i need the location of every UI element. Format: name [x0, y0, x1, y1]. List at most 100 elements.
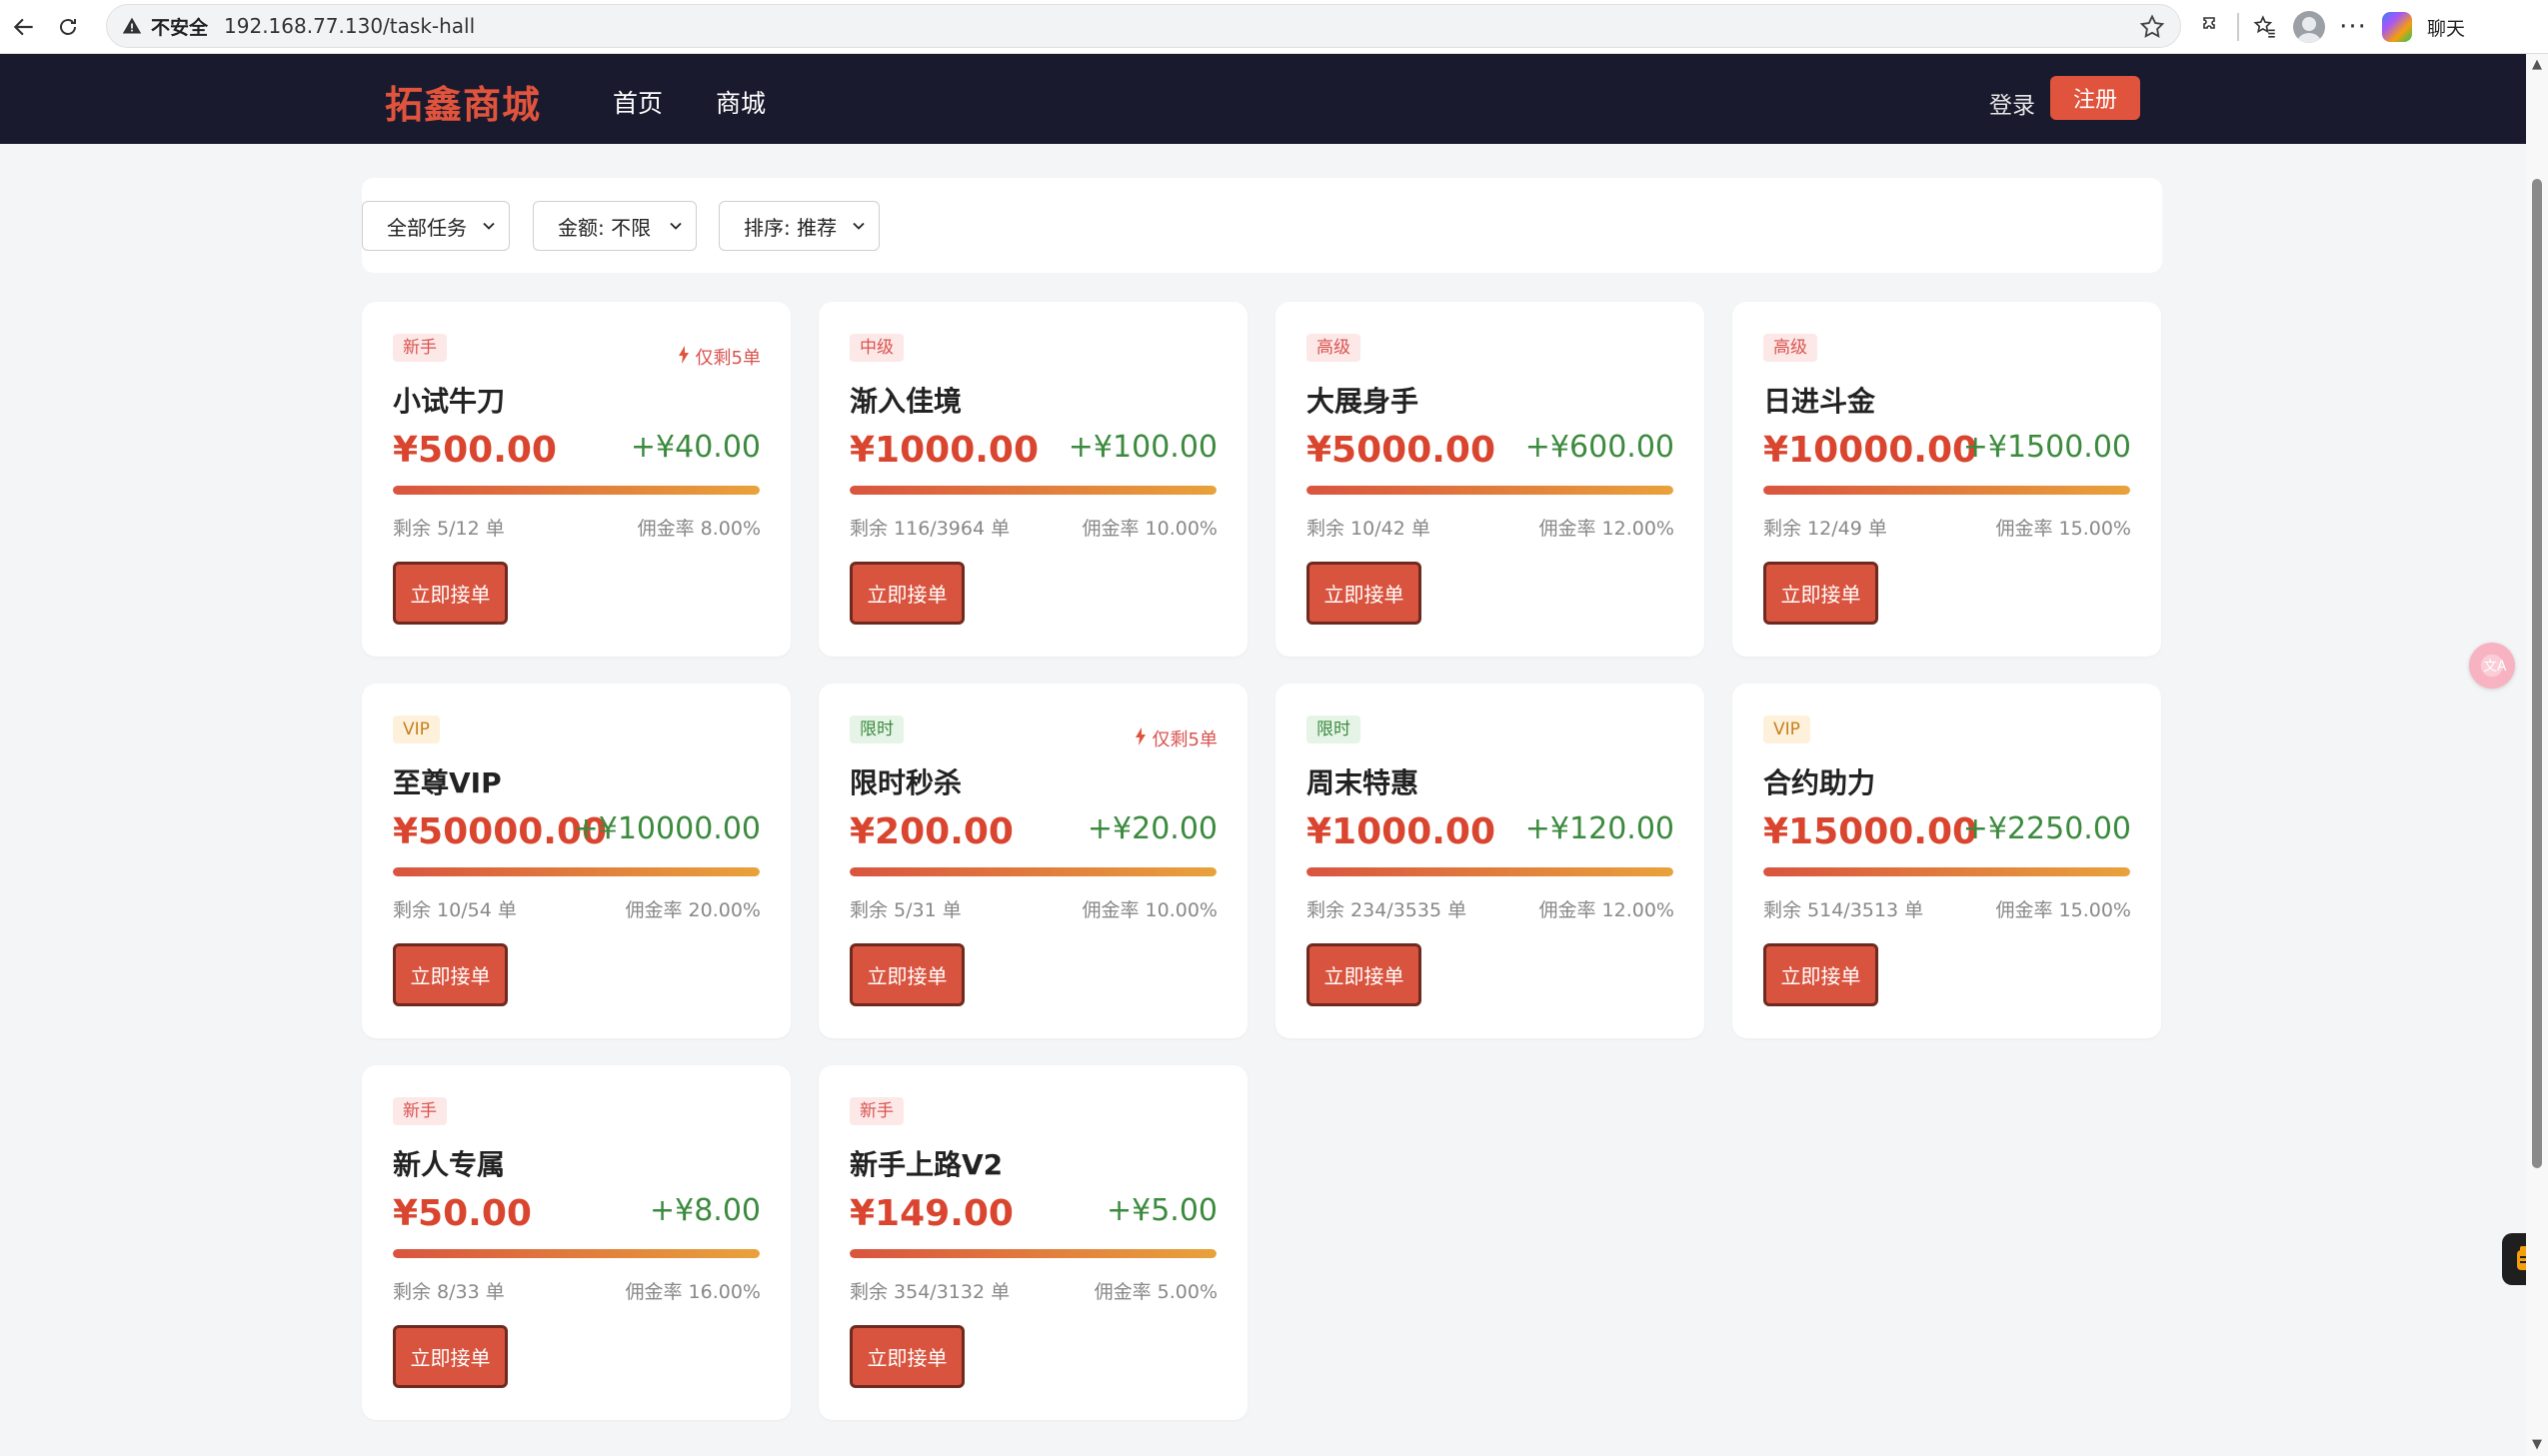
task-card: 新手 仅剩5单 小试牛刀 ¥500.00 +¥40.00 剩余 5/12 单 佣金率 8.0…	[362, 302, 791, 657]
task-progress-fill	[393, 867, 760, 876]
task-commission: +¥2250.00	[1962, 811, 2131, 846]
site-header: 拓鑫商城 首页 商城 登录 注册	[0, 54, 2526, 144]
accept-task-button[interactable]: 立即接单	[850, 562, 965, 625]
back-icon[interactable]	[4, 7, 44, 47]
bookmark-star-icon[interactable]	[2138, 13, 2166, 41]
task-commission-rate: 佣金率 16.00%	[625, 1281, 762, 1303]
task-remaining: 剩余 234/3535 单	[1306, 899, 1467, 921]
task-type-value: 全部任务	[387, 215, 467, 240]
task-title: 小试牛刀	[393, 385, 506, 418]
task-commission: +¥1500.00	[1962, 430, 2131, 465]
task-price: ¥500.00	[393, 430, 557, 471]
site-logo[interactable]: 拓鑫商城	[385, 74, 541, 129]
page-scrollbar[interactable]: ▲ ▼	[2526, 54, 2548, 1456]
task-commission-rate: 佣金率 12.00%	[1538, 518, 1675, 540]
task-commission: +¥120.00	[1524, 811, 1674, 846]
task-progress-bar	[393, 1249, 760, 1258]
task-title: 至尊VIP	[393, 766, 502, 799]
task-progress-bar	[850, 486, 1217, 495]
accept-task-button[interactable]: 立即接单	[393, 1325, 508, 1388]
accept-task-button[interactable]: 立即接单	[1763, 562, 1878, 625]
task-remaining: 剩余 5/12 单	[393, 518, 505, 540]
scarcity-text: 仅剩5单	[695, 348, 761, 369]
task-commission-rate: 佣金率 8.00%	[637, 518, 761, 540]
task-card: 限时 周末特惠 ¥1000.00 +¥120.00 剩余 234/3535 单 佣金率 1…	[1275, 684, 1704, 1038]
task-title: 大展身手	[1306, 385, 1419, 418]
task-progress-fill	[850, 486, 1217, 495]
sort-select[interactable]: 排序: 推荐	[719, 201, 880, 251]
profile-avatar[interactable]	[2287, 5, 2331, 49]
accept-task-button[interactable]: 立即接单	[850, 1325, 965, 1388]
scarcity-text: 仅剩5单	[1152, 729, 1218, 750]
nav-mall[interactable]: 商城	[716, 84, 766, 120]
chat-label[interactable]: 聊天	[2427, 14, 2465, 41]
task-progress-bar	[1763, 867, 2130, 876]
task-progress-bar	[1763, 486, 2130, 495]
task-card: 高级 日进斗金 ¥10000.00 +¥1500.00 剩余 12/49 单 佣金率 15…	[1732, 302, 2161, 657]
address-bar[interactable]: 不安全 192.168.77.130/task-hall	[106, 4, 2181, 48]
task-card: 新手 新人专属 ¥50.00 +¥8.00 剩余 8/33 单 佣金率 16.00% 立即接…	[362, 1065, 791, 1420]
task-price: ¥5000.00	[1306, 430, 1496, 471]
scrollbar-thumb[interactable]	[2532, 179, 2542, 1168]
task-remaining: 剩余 12/49 单	[1763, 518, 1887, 540]
accept-task-button[interactable]: 立即接单	[1306, 943, 1421, 1006]
task-progress-bar	[393, 867, 760, 876]
scarcity-tag: 仅剩5单	[678, 344, 761, 370]
browser-toolbar: 不安全 192.168.77.130/task-hall ··· 聊天	[0, 0, 2548, 54]
copilot-icon[interactable]	[2375, 5, 2419, 49]
url-text[interactable]: 192.168.77.130/task-hall	[224, 14, 475, 38]
accept-task-button[interactable]: 立即接单	[393, 562, 508, 625]
task-progress-bar	[850, 1249, 1217, 1258]
task-remaining: 剩余 8/33 单	[393, 1281, 505, 1303]
task-commission: +¥600.00	[1524, 430, 1674, 465]
task-progress-fill	[393, 1249, 760, 1258]
warning-icon	[121, 15, 143, 37]
task-commission: +¥40.00	[630, 430, 761, 465]
task-card: 新手 新手上路V2 ¥149.00 +¥5.00 剩余 354/3132 单 佣金率 5.…	[819, 1065, 1248, 1420]
task-commission: +¥8.00	[649, 1193, 761, 1228]
task-level-badge: 限时	[1306, 716, 1360, 743]
scroll-down-icon[interactable]: ▼	[2530, 1438, 2544, 1452]
task-price: ¥10000.00	[1763, 430, 1978, 471]
nav-home[interactable]: 首页	[613, 84, 663, 120]
task-level-badge: VIP	[393, 716, 440, 743]
accept-task-button[interactable]: 立即接单	[393, 943, 508, 1006]
task-commission: +¥20.00	[1087, 811, 1218, 846]
register-button[interactable]: 注册	[2050, 76, 2140, 120]
accept-task-button[interactable]: 立即接单	[1763, 943, 1878, 1006]
task-progress-fill	[850, 1249, 1217, 1258]
task-commission-rate: 佣金率 15.00%	[1995, 518, 2132, 540]
task-level-badge: 中级	[850, 334, 904, 362]
task-commission-rate: 佣金率 20.00%	[625, 899, 762, 921]
scroll-up-icon[interactable]: ▲	[2530, 58, 2544, 72]
task-card: 中级 渐入佳境 ¥1000.00 +¥100.00 剩余 116/3964 单 佣金率 1…	[819, 302, 1248, 657]
task-remaining: 剩余 10/54 单	[393, 899, 517, 921]
accept-task-button[interactable]: 立即接单	[1306, 562, 1421, 625]
task-progress-fill	[850, 867, 1217, 876]
task-type-select[interactable]: 全部任务	[362, 201, 510, 251]
more-menu-icon[interactable]: ···	[2331, 5, 2375, 49]
chevron-down-icon	[849, 216, 869, 236]
accept-task-button[interactable]: 立即接单	[850, 943, 965, 1006]
amount-select[interactable]: 金额: 不限	[533, 201, 697, 251]
login-link[interactable]: 登录	[1989, 86, 2035, 120]
translate-icon[interactable]: 文A	[2469, 643, 2515, 689]
extensions-icon[interactable]	[2189, 5, 2233, 49]
task-remaining: 剩余 354/3132 单	[850, 1281, 1011, 1303]
task-level-badge: 高级	[1306, 334, 1360, 362]
task-price: ¥200.00	[850, 811, 1014, 852]
task-grid: 新手 仅剩5单 小试牛刀 ¥500.00 +¥40.00 剩余 5/12 单佣金率 8.0…	[362, 302, 2162, 1421]
chevron-down-icon	[479, 216, 499, 236]
lightning-icon	[1135, 727, 1153, 750]
task-level-badge: 新手	[850, 1097, 904, 1125]
filter-bar: 全部任务 金额: 不限 排序: 推荐	[362, 178, 2162, 273]
scarcity-tag: 仅剩5单	[1135, 726, 1218, 751]
task-commission-rate: 佣金率 12.00%	[1538, 899, 1675, 921]
task-progress-fill	[1306, 486, 1673, 495]
favorites-icon[interactable]	[2243, 5, 2287, 49]
svg-text:文A: 文A	[2483, 659, 2507, 675]
task-price: ¥50.00	[393, 1193, 532, 1234]
task-commission-rate: 佣金率 10.00%	[1082, 518, 1219, 540]
sort-value: 排序: 推荐	[744, 215, 838, 240]
reload-icon[interactable]	[48, 7, 88, 47]
